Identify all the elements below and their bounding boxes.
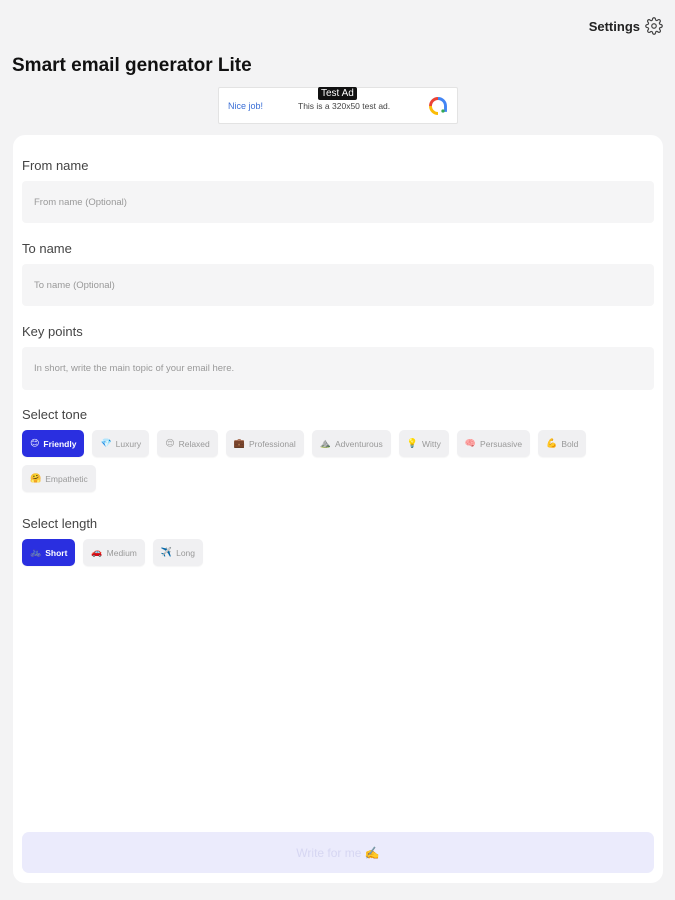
tone-chip-adventurous[interactable]: ⛰️ Adventurous — [311, 430, 391, 457]
length-chip-long[interactable]: ✈️ Long — [152, 539, 204, 566]
tone-chip-label: Persuasive — [480, 438, 523, 449]
tone-chip-emoji-icon: 💎 — [100, 438, 112, 448]
key-points-label: Key points — [22, 324, 83, 339]
tone-chip-label: Luxury — [115, 438, 142, 449]
settings-label: Settings — [588, 18, 640, 34]
tone-chip-relaxed[interactable]: 😌 Relaxed — [157, 430, 218, 457]
tone-chip-emoji-icon: 💡 — [406, 438, 418, 448]
ad-headline: Nice job! — [228, 100, 264, 111]
key-points-input[interactable] — [22, 347, 654, 390]
length-chips: 🚲 Short 🚗 Medium ✈️ Long — [22, 539, 622, 566]
tone-chip-label: Friendly — [43, 438, 77, 449]
email-form-card: From name To name Key points Select tone… — [13, 135, 663, 883]
tone-chip-emoji-icon: 💼 — [233, 438, 245, 448]
length-chip-medium[interactable]: 🚗 Medium — [83, 539, 145, 566]
ad-description: This is a 320x50 test ad. — [298, 100, 391, 111]
settings-button[interactable]: Settings — [589, 17, 663, 35]
write-for-me-button[interactable]: Write for me ✍️ — [22, 832, 654, 873]
tone-chip-persuasive[interactable]: 🧠 Persuasive — [456, 430, 531, 457]
app-title: Smart email generator Lite — [12, 55, 252, 76]
ad-label: Test Ad — [318, 87, 357, 100]
tone-chip-label: Witty — [421, 438, 441, 449]
tone-chips: 😊 Friendly 💎 Luxury 😌 Relaxed 💼 Professional ⛰️ A… — [22, 430, 622, 492]
tone-chip-emoji-icon: 😊 — [30, 438, 40, 448]
ad-logo-icon — [429, 96, 447, 115]
from-name-input[interactable] — [22, 181, 654, 223]
tone-chip-friendly[interactable]: 😊 Friendly — [22, 430, 85, 457]
tone-chip-bold[interactable]: 💪 Bold — [538, 430, 587, 457]
length-chip-label: Short — [45, 547, 68, 558]
tone-chip-emoji-icon: 😌 — [165, 438, 175, 448]
tone-chip-luxury[interactable]: 💎 Luxury — [92, 430, 150, 457]
tone-chip-label: Adventurous — [334, 438, 383, 449]
tone-chip-label: Relaxed — [178, 438, 210, 449]
tone-chip-emoji-icon: ⛰️ — [319, 438, 331, 448]
to-name-label: To name — [22, 241, 72, 256]
from-name-label: From name — [22, 158, 89, 173]
tone-chip-professional[interactable]: 💼 Professional — [225, 430, 304, 457]
tone-chip-emoji-icon: 🤗 — [30, 473, 42, 483]
tone-chip-witty[interactable]: 💡 Witty — [398, 430, 449, 457]
tone-chip-label: Empathetic — [45, 473, 88, 484]
tone-label: Select tone — [22, 407, 88, 422]
length-chip-label: Long — [176, 547, 196, 558]
length-chip-emoji-icon: ✈️ — [160, 547, 173, 557]
length-chip-label: Medium — [106, 547, 137, 558]
to-name-input[interactable] — [22, 264, 654, 306]
tone-chip-label: Bold — [561, 438, 579, 449]
length-chip-emoji-icon: 🚲 — [30, 547, 42, 557]
tone-chip-empathetic[interactable]: 🤗 Empathetic — [22, 465, 96, 492]
tone-chip-label: Professional — [248, 438, 296, 449]
tone-chip-emoji-icon: 💪 — [546, 438, 558, 448]
length-chip-short[interactable]: 🚲 Short — [22, 539, 76, 566]
tone-chip-emoji-icon: 🧠 — [464, 438, 477, 448]
length-label: Select length — [22, 516, 98, 531]
length-chip-emoji-icon: 🚗 — [91, 547, 103, 557]
ad-banner[interactable]: Test Ad Nice job! This is a 320x50 test … — [218, 87, 458, 124]
gear-icon — [645, 17, 663, 35]
